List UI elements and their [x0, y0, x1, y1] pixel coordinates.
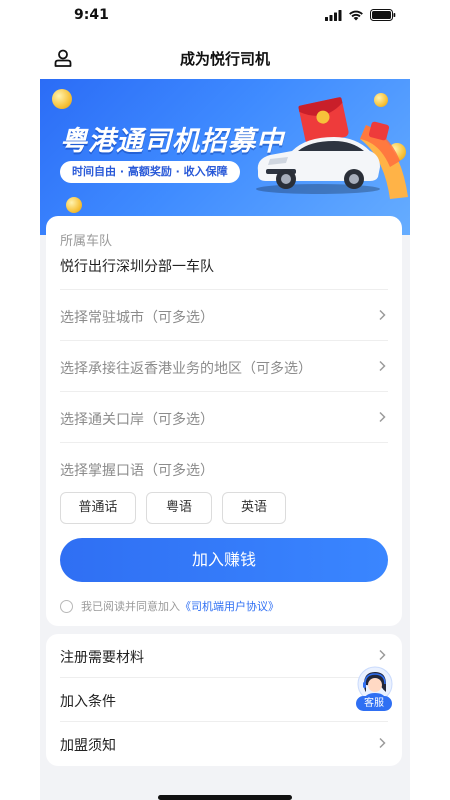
language-option-cantonese[interactable]: 粤语 [146, 492, 212, 524]
coin-decoration [66, 197, 82, 213]
application-form-card: 所属车队 悦行出行深圳分部一车队 选择常驻城市（可多选） 选择承接往返香港业务的… [46, 216, 402, 626]
list-item-notice[interactable]: 加盟须知 [60, 722, 388, 765]
list-item-materials[interactable]: 注册需要材料 [60, 634, 388, 677]
home-indicator[interactable] [158, 795, 292, 800]
phone-screen: 9:41 成为悦行司机 粤港通司机招募中 时间自由 · 高额奖励 · 收入保障 … [40, 0, 410, 800]
list-item-label: 注册需要材料 [60, 650, 144, 666]
info-list-card: 注册需要材料 加入条件 加盟须知 [46, 634, 402, 766]
team-label: 所属车队 [60, 234, 113, 249]
recruit-banner[interactable]: 粤港通司机招募中 时间自由 · 高额奖励 · 收入保障 [40, 79, 410, 235]
language-option-english[interactable]: 英语 [222, 492, 286, 524]
team-value: 悦行出行深圳分部一车队 [60, 259, 214, 275]
status-icons [325, 9, 396, 21]
nav-bar: 成为悦行司机 [40, 40, 410, 78]
coin-decoration [52, 89, 72, 109]
agreement-row: 我已阅读并同意加入《司机端用户协议》 [60, 598, 279, 614]
chevron-right-icon [379, 737, 386, 749]
chevron-right-icon [379, 360, 386, 372]
chevron-right-icon [379, 649, 386, 661]
list-item-label: 加入条件 [60, 694, 116, 710]
agreement-radio[interactable] [60, 599, 73, 613]
language-options: 普通话 粤语 英语 [60, 492, 286, 524]
region-select-placeholder: 选择承接往返香港业务的地区（可多选） [60, 361, 312, 377]
list-item-label: 加盟须知 [60, 738, 116, 754]
city-select-row[interactable]: 选择常驻城市（可多选） [60, 289, 388, 341]
language-section: 选择掌握口语（可多选） [60, 442, 388, 494]
agreement-link[interactable]: 《司机端用户协议》 [180, 600, 279, 613]
agreement-text: 我已阅读并同意加入《司机端用户协议》 [81, 600, 279, 613]
chevron-right-icon [379, 309, 386, 321]
coin-decoration [374, 93, 388, 107]
banner-title: 粤港通司机招募中 [60, 126, 284, 157]
signal-icon [325, 9, 342, 21]
wifi-icon [349, 10, 363, 20]
banner-subtitle: 时间自由 · 高额奖励 · 收入保障 [60, 161, 240, 183]
language-option-mandarin[interactable]: 普通话 [60, 492, 136, 524]
list-item-conditions[interactable]: 加入条件 [60, 678, 388, 721]
customer-service-button[interactable]: 客服 [354, 666, 396, 714]
status-time: 9:41 [74, 7, 109, 23]
join-button[interactable]: 加入赚钱 [60, 538, 388, 582]
battery-icon [370, 9, 396, 21]
chevron-right-icon [379, 411, 386, 423]
page-title: 成为悦行司机 [179, 50, 270, 68]
city-select-placeholder: 选择常驻城市（可多选） [60, 310, 214, 326]
port-select-row[interactable]: 选择通关口岸（可多选） [60, 391, 388, 443]
region-select-row[interactable]: 选择承接往返香港业务的地区（可多选） [60, 340, 388, 392]
status-bar: 9:41 [40, 0, 410, 32]
port-select-placeholder: 选择通关口岸（可多选） [60, 412, 214, 428]
language-label: 选择掌握口语（可多选） [60, 463, 214, 479]
car-image [256, 137, 380, 194]
customer-service-label: 客服 [356, 696, 392, 711]
